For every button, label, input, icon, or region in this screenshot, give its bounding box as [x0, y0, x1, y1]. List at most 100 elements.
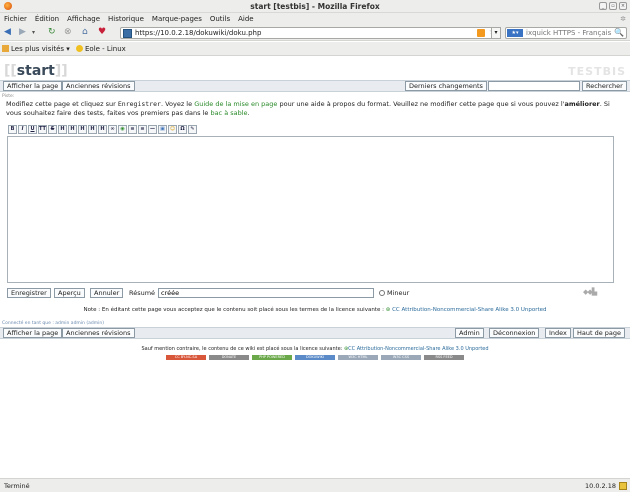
- php-badge[interactable]: PHP POWERED: [252, 355, 292, 360]
- top-action-bar: Afficher la page Anciennes révisions Der…: [0, 80, 630, 92]
- media-button[interactable]: ▣: [158, 125, 167, 134]
- url-dropdown-button[interactable]: ▾: [491, 27, 501, 39]
- close-button[interactable]: ×: [619, 2, 627, 10]
- page-content: [[start]] TESTBIS Afficher la page Ancie…: [0, 57, 630, 477]
- bookmark-most-visited[interactable]: Les plus visités ▾: [2, 44, 70, 54]
- underline-button[interactable]: U: [28, 125, 37, 134]
- folder-icon: [2, 45, 9, 52]
- monospace-button[interactable]: TT: [38, 125, 47, 134]
- old-revisions-button[interactable]: Anciennes révisions: [62, 81, 135, 91]
- show-page-button[interactable]: Afficher la page: [3, 81, 63, 91]
- summary-label: Résumé: [129, 289, 156, 297]
- wiki-text-editor[interactable]: [7, 136, 614, 283]
- signature-button[interactable]: ✎: [188, 125, 197, 134]
- minimize-button[interactable]: _: [599, 2, 607, 10]
- editor-resize-icon[interactable]: ◆◆▙: [583, 288, 597, 296]
- smiley-button[interactable]: ☺: [168, 125, 177, 134]
- menu-tools[interactable]: Outils: [210, 13, 230, 25]
- logged-in-info: Connecté en tant que : admin admin (admi…: [2, 321, 104, 326]
- bookmarks-bar: Les plus visités ▾ Eole - Linux: [0, 42, 630, 56]
- lock-icon[interactable]: [619, 482, 627, 490]
- license-note: Note : En éditant cette page vous accept…: [83, 307, 547, 313]
- minor-edit-checkbox[interactable]: Mineur: [379, 289, 409, 297]
- horizontal-rule-button[interactable]: —: [148, 125, 157, 134]
- menu-history[interactable]: Historique: [108, 13, 144, 25]
- search-input[interactable]: [526, 28, 616, 38]
- index-button[interactable]: Index: [545, 328, 571, 338]
- forward-icon[interactable]: ▶: [19, 27, 26, 38]
- star-icon: [76, 45, 83, 52]
- external-link-button[interactable]: ◉: [118, 125, 127, 134]
- history-dropdown-icon[interactable]: ▾: [32, 27, 35, 38]
- heading-select-button[interactable]: H: [98, 125, 107, 134]
- cc-license-icon: ⊛: [385, 307, 391, 313]
- menu-edit[interactable]: Édition: [35, 13, 59, 25]
- wiki-search-input[interactable]: [488, 81, 580, 91]
- stop-icon[interactable]: ⊗: [64, 27, 72, 38]
- rss-feed-icon[interactable]: [477, 29, 485, 37]
- status-host: 10.0.2.18: [584, 482, 616, 490]
- heading-higher-button[interactable]: H: [78, 125, 87, 134]
- search-bar[interactable]: ★▾ 🔍: [505, 27, 627, 39]
- unordered-list-button[interactable]: ≡: [138, 125, 147, 134]
- menu-bookmarks[interactable]: Marque-pages: [152, 13, 202, 25]
- edit-actions-row: Enregistrer Aperçu Annuler Résumé Mineur…: [7, 288, 622, 300]
- wiki-search-button[interactable]: Rechercher: [582, 81, 627, 91]
- save-button[interactable]: Enregistrer: [7, 288, 51, 298]
- site-favicon-icon: [123, 29, 132, 38]
- url-input[interactable]: [135, 28, 455, 38]
- w3c-css-badge[interactable]: W3C CSS: [381, 355, 421, 360]
- menu-help[interactable]: Aide: [238, 13, 253, 25]
- url-bar[interactable]: ☆: [120, 27, 500, 39]
- back-to-top-button[interactable]: Haut de page: [573, 328, 626, 338]
- donate-badge[interactable]: DONATE: [209, 355, 249, 360]
- menu-file[interactable]: Fichier: [4, 13, 27, 25]
- w3c-html-badge[interactable]: W3C HTML: [338, 355, 378, 360]
- heading-same-button[interactable]: H: [58, 125, 67, 134]
- bookmark-eole-linux[interactable]: Eole - Linux: [76, 44, 126, 54]
- breadcrumb: Piste:: [2, 94, 15, 99]
- preview-button[interactable]: Aperçu: [54, 288, 85, 298]
- reload-icon[interactable]: ↻: [48, 27, 56, 38]
- bottom-show-page-button[interactable]: Afficher la page: [3, 328, 63, 338]
- checkbox-icon: [379, 290, 385, 296]
- dokuwiki-badge[interactable]: DOKUWIKI: [295, 355, 335, 360]
- menu-view[interactable]: Affichage: [67, 13, 100, 25]
- admin-button[interactable]: Admin: [455, 328, 484, 338]
- page-title[interactable]: [[start]]: [4, 63, 68, 79]
- throbber-icon: ✲: [620, 15, 626, 23]
- bottom-action-bar: Afficher la page Anciennes révisions Adm…: [0, 327, 630, 339]
- heart-icon[interactable]: ♥: [98, 27, 106, 38]
- edit-intro-text: Modifiez cette page et cliquez sur Enreg…: [6, 100, 610, 117]
- license-link[interactable]: CC Attribution-Noncommercial-Share Alike…: [392, 307, 546, 313]
- editor-toolbar: B I U TT S H H H H H ∞ ◉ ≡ ≡ — ▣ ☺ Ω ✎: [8, 125, 197, 134]
- heading-menu-button[interactable]: H: [88, 125, 97, 134]
- menu-bar: Fichier Édition Affichage Historique Mar…: [0, 13, 630, 25]
- wiki-name-logo[interactable]: TESTBIS: [568, 65, 626, 78]
- link-button[interactable]: ∞: [108, 125, 117, 134]
- recent-changes-button[interactable]: Derniers changements: [405, 81, 487, 91]
- heading-lower-button[interactable]: H: [68, 125, 77, 134]
- footer-license-link[interactable]: CC Attribution-Noncommercial-Share Alike…: [348, 346, 488, 352]
- bottom-old-revisions-button[interactable]: Anciennes révisions: [62, 328, 135, 338]
- special-chars-button[interactable]: Ω: [178, 125, 187, 134]
- cancel-button[interactable]: Annuler: [90, 288, 124, 298]
- summary-input[interactable]: [158, 288, 374, 298]
- footer-license: Sauf mention contraire, le contenu de ce…: [141, 346, 489, 352]
- logout-button[interactable]: Déconnexion: [489, 328, 540, 338]
- back-icon[interactable]: ◀: [4, 27, 11, 38]
- strike-button[interactable]: S: [48, 125, 57, 134]
- window-title: start [testbis] - Mozilla Firefox: [250, 2, 380, 11]
- bold-button[interactable]: B: [8, 125, 17, 134]
- window-titlebar: start [testbis] - Mozilla Firefox _ ▫ ×: [0, 0, 630, 13]
- search-engine-icon[interactable]: ★▾: [507, 29, 523, 37]
- home-icon[interactable]: ⌂: [82, 27, 88, 38]
- formatting-guide-link[interactable]: Guide de la mise en page: [194, 100, 277, 108]
- italic-button[interactable]: I: [18, 125, 27, 134]
- sandbox-link[interactable]: bac à sable: [210, 109, 247, 117]
- cc-badge[interactable]: CC BY-NC-SA: [166, 355, 206, 360]
- maximize-button[interactable]: ▫: [609, 2, 617, 10]
- ordered-list-button[interactable]: ≡: [128, 125, 137, 134]
- rss-badge[interactable]: RSS FEED: [424, 355, 464, 360]
- search-icon[interactable]: 🔍: [614, 28, 624, 37]
